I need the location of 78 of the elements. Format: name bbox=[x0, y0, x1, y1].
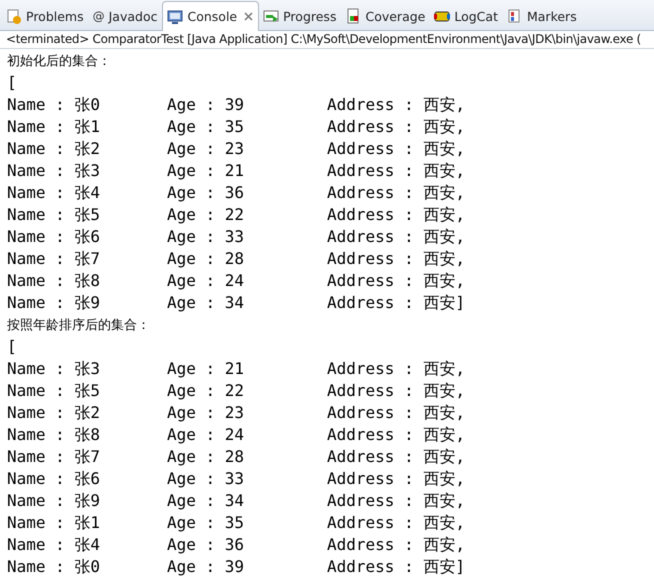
output-line: 初始化后的集合： bbox=[7, 53, 111, 71]
output-field: Name : 张8 bbox=[7, 424, 167, 446]
view-tab[interactable]: Console bbox=[162, 1, 260, 31]
output-field: Address : 西安, bbox=[327, 270, 465, 292]
output-field: Name : 张0 bbox=[7, 94, 167, 116]
output-field: Name : 张4 bbox=[7, 182, 167, 204]
output-field: Name : 张5 bbox=[7, 204, 167, 226]
view-tab[interactable]: Coverage bbox=[341, 2, 430, 30]
output-field: Address : 西安, bbox=[327, 402, 465, 424]
coverage-icon bbox=[345, 8, 362, 24]
close-icon[interactable] bbox=[244, 12, 254, 21]
output-field: Age : 22 bbox=[167, 380, 327, 402]
output-field: Address : 西安, bbox=[327, 380, 465, 402]
output-field: Age : 24 bbox=[167, 424, 327, 446]
output-field: Address : 西安, bbox=[327, 468, 465, 490]
output-field: Age : 21 bbox=[167, 160, 327, 182]
output-field: Age : 34 bbox=[167, 292, 327, 314]
output-field: Address : 西安, bbox=[327, 204, 465, 226]
output-field: Age : 33 bbox=[167, 226, 327, 248]
output-field: Age : 21 bbox=[167, 358, 327, 380]
output-field: Age : 35 bbox=[167, 512, 327, 534]
output-field: Name : 张6 bbox=[7, 226, 167, 248]
output-field: Age : 39 bbox=[167, 556, 327, 578]
output-field: Address : 西安] bbox=[327, 292, 465, 314]
output-field: Name : 张7 bbox=[7, 446, 167, 468]
output-field: Age : 36 bbox=[167, 534, 327, 556]
output-field: Age : 36 bbox=[167, 182, 327, 204]
view-tab[interactable]: Progress bbox=[259, 2, 342, 30]
output-field: Age : 28 bbox=[167, 446, 327, 468]
output-field: Name : 张2 bbox=[7, 402, 167, 424]
output-field: Address : 西安, bbox=[327, 138, 465, 160]
output-field: Name : 张7 bbox=[7, 248, 167, 270]
output-field: Name : 张1 bbox=[7, 116, 167, 138]
output-field: Name : 张0 bbox=[7, 556, 167, 578]
output-field: Address : 西安, bbox=[327, 534, 465, 556]
problems-icon bbox=[6, 8, 22, 24]
output-field: Address : 西安, bbox=[327, 94, 465, 116]
output-field: Address : 西安, bbox=[327, 446, 465, 468]
output-field: Age : 24 bbox=[167, 270, 327, 292]
output-field: Address : 西安, bbox=[327, 490, 465, 512]
output-field: Address : 西安, bbox=[327, 512, 465, 534]
output-field: Name : 张9 bbox=[7, 490, 167, 512]
output-line: [ bbox=[7, 72, 17, 94]
output-field: Address : 西安, bbox=[327, 424, 465, 446]
output-field: Age : 22 bbox=[167, 204, 327, 226]
output-field: Age : 39 bbox=[167, 94, 327, 116]
output-field: Address : 西安, bbox=[327, 116, 465, 138]
view-tab[interactable]: Markers bbox=[502, 2, 582, 30]
output-field: Age : 34 bbox=[167, 490, 327, 512]
output-field: Address : 西安, bbox=[327, 226, 465, 248]
output-line: 按照年龄排序后的集合： bbox=[7, 317, 150, 335]
at-icon: @ bbox=[92, 9, 105, 23]
monitor-icon bbox=[167, 8, 184, 24]
console-status: <terminated> ComparatorTest [Java Application] C:\MySoft\DevelopmentEnvironment\Java\JDK\bin\javaw.exe ( bbox=[0, 31, 654, 49]
output-field: Address : 西安, bbox=[327, 160, 465, 182]
view-tab[interactable]: Problems bbox=[2, 2, 89, 30]
output-field: Name : 张6 bbox=[7, 468, 167, 490]
output-field: Age : 35 bbox=[167, 116, 327, 138]
output-field: Name : 张4 bbox=[7, 534, 167, 556]
output-field: Age : 23 bbox=[167, 138, 327, 160]
output-field: Name : 张8 bbox=[7, 270, 167, 292]
output-field: Name : 张9 bbox=[7, 292, 167, 314]
output-field: Name : 张1 bbox=[7, 512, 167, 534]
output-field: Name : 张2 bbox=[7, 138, 167, 160]
output-line: [ bbox=[7, 336, 17, 358]
output-field: Age : 28 bbox=[167, 248, 327, 270]
output-field: Name : 张3 bbox=[7, 160, 167, 182]
output-field: Age : 23 bbox=[167, 402, 327, 424]
output-field: Address : 西安, bbox=[327, 182, 465, 204]
view-tab[interactable]: @ Javadoc bbox=[88, 2, 162, 30]
view-tab[interactable]: LogCat bbox=[430, 2, 503, 30]
output-field: Name : 张5 bbox=[7, 380, 167, 402]
progress-icon bbox=[263, 8, 280, 24]
output-field: Name : 张3 bbox=[7, 358, 167, 380]
output-field: Age : 33 bbox=[167, 468, 327, 490]
output-field: Address : 西安, bbox=[327, 248, 465, 270]
output-field: Address : 西安, bbox=[327, 358, 465, 380]
output-field: Address : 西安] bbox=[327, 556, 465, 578]
